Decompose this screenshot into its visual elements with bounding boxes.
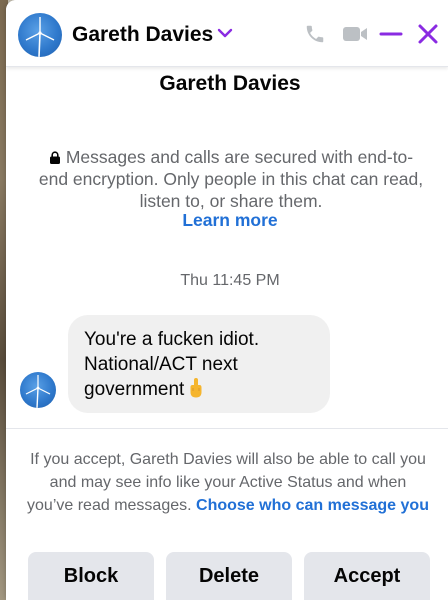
message-bubble[interactable]: You're a fucken idiot. National/ACT next…: [68, 315, 330, 413]
chat-header: Gareth Davies: [6, 0, 448, 67]
accept-button[interactable]: Accept: [304, 552, 430, 600]
choose-who-can-message-link[interactable]: Choose who can message you: [196, 497, 429, 514]
message-timestamp: Thu 11:45 PM: [180, 272, 280, 289]
sender-avatar[interactable]: [20, 372, 56, 408]
learn-more-link[interactable]: Learn more: [6, 210, 448, 231]
chevron-down-icon[interactable]: [216, 26, 234, 40]
conversation-title: Gareth Davies: [159, 72, 301, 95]
block-button[interactable]: Block: [28, 552, 154, 600]
encryption-text: Messages and calls are secured with end-…: [38, 147, 424, 211]
chat-window: Gareth Davies Gareth Davies Messages and…: [6, 0, 448, 600]
video-camera-icon[interactable]: [342, 25, 368, 43]
wind-turbine-icon: [25, 375, 51, 408]
lock-icon: [49, 151, 60, 164]
wind-turbine-icon: [25, 17, 55, 57]
close-icon[interactable]: [416, 22, 440, 46]
contact-name-button[interactable]: Gareth Davies: [72, 23, 213, 47]
avatar[interactable]: [18, 13, 62, 57]
divider: [6, 428, 448, 429]
minimize-icon[interactable]: [378, 24, 404, 44]
message-request-note: If you accept, Gareth Davies will also b…: [26, 448, 430, 517]
encryption-notice: Messages and calls are secured with end-…: [36, 146, 426, 212]
middle-finger-emoji-icon: [190, 378, 202, 398]
phone-icon[interactable]: [304, 23, 326, 45]
message-body: You're a fucken idiot. National/ACT next…: [84, 329, 260, 400]
delete-button[interactable]: Delete: [166, 552, 292, 600]
message-text: You're a fucken idiot. National/ACT next…: [84, 327, 324, 402]
